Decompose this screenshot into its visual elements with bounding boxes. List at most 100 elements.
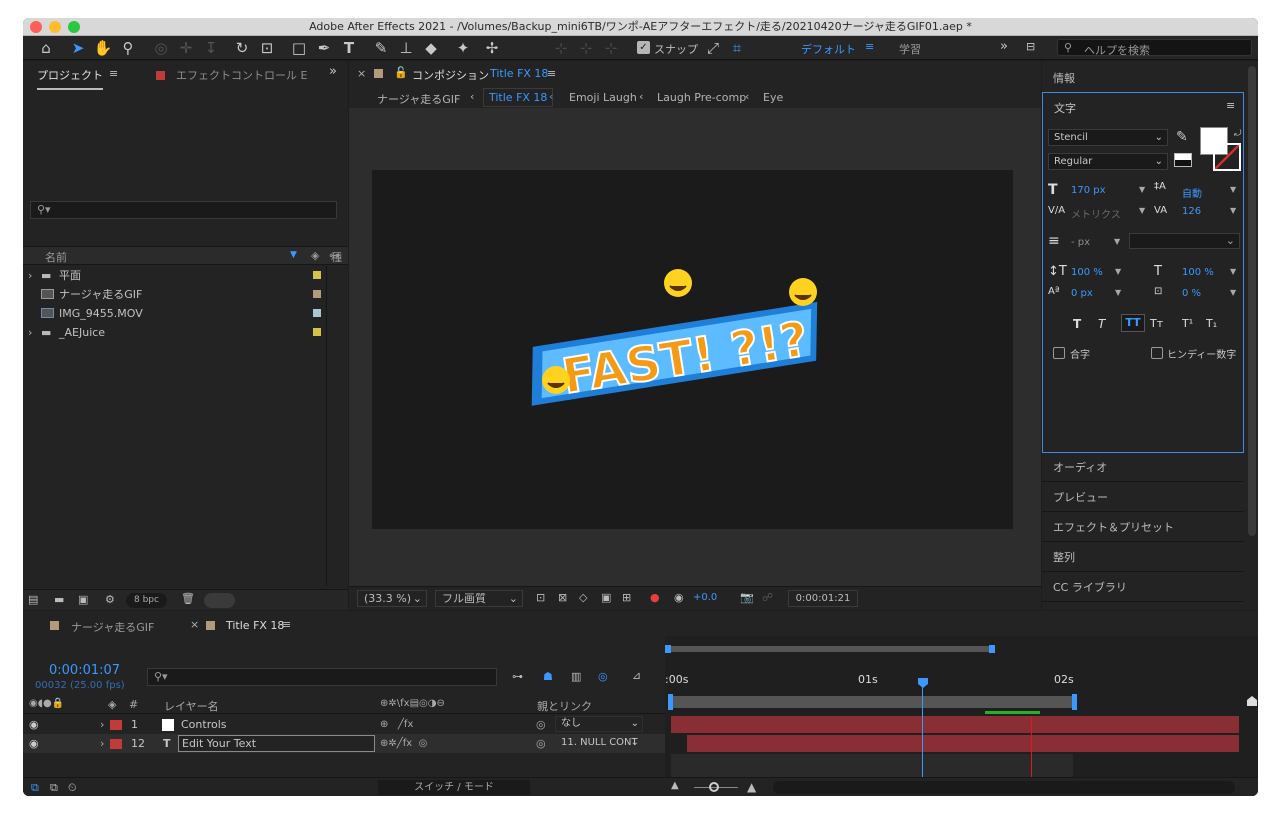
effects-presets-panel-tab[interactable]: エフェクト＆プリセット: [1042, 514, 1244, 542]
trash-icon[interactable]: 🗑: [181, 592, 195, 605]
chevron-down-icon[interactable]: ▼: [1230, 185, 1236, 194]
selection-tool-icon[interactable]: ➤: [68, 38, 88, 58]
breadcrumb-item[interactable]: ナージャ走るGIF: [377, 91, 460, 107]
effect-controls-tab[interactable]: エフェクトコントロール E: [176, 67, 307, 83]
eyedropper-icon[interactable]: ✎: [1176, 129, 1188, 145]
playhead-handle[interactable]: [918, 678, 928, 688]
label-swatch[interactable]: [313, 328, 321, 336]
transparency-grid-icon[interactable]: ⊠: [558, 591, 567, 604]
chevron-down-icon[interactable]: ▼: [1230, 288, 1236, 297]
comp-tab-menu-icon[interactable]: ≡: [547, 67, 556, 80]
audio-panel-tab[interactable]: オーディオ: [1042, 454, 1244, 482]
font-style-dropdown[interactable]: Regular ⌄: [1048, 153, 1168, 170]
interpret-footage-icon[interactable]: ▤: [28, 593, 38, 606]
snap-checkbox[interactable]: ✓: [637, 41, 650, 54]
parent-column-header[interactable]: 親とリンク: [537, 698, 592, 714]
axis-world-icon[interactable]: ⊹: [576, 38, 596, 58]
time-navigator[interactable]: [667, 646, 993, 652]
libraries-panel-tab[interactable]: CC ライブラリ: [1042, 574, 1244, 602]
new-folder-icon[interactable]: ▬: [54, 593, 64, 606]
project-item[interactable]: › ▬ _AEJuice: [23, 323, 327, 342]
chevron-down-icon[interactable]: ▼: [1139, 206, 1145, 215]
small-caps-icon[interactable]: Tт: [1150, 317, 1163, 330]
flowchart-icon[interactable]: ⊶: [329, 249, 340, 262]
puppet-pin-icon[interactable]: ✢: [482, 38, 502, 58]
exposure-value[interactable]: +0.0: [693, 592, 717, 603]
swap-colors-icon[interactable]: ⤾: [1234, 129, 1242, 139]
timeline-scrollbar[interactable]: [773, 781, 1235, 794]
zoom-out-icon[interactable]: ▲: [671, 780, 679, 791]
subscript-icon[interactable]: T₁: [1206, 317, 1217, 330]
ligature-checkbox[interactable]: [1053, 347, 1065, 359]
chevron-down-icon[interactable]: ▼: [1230, 206, 1236, 215]
breadcrumb-item[interactable]: Emoji Laugh: [569, 91, 637, 104]
shy-layers-icon[interactable]: ☗: [543, 670, 553, 683]
layer-panels-icon[interactable]: ⧉: [31, 781, 39, 795]
zoom-window-button[interactable]: [68, 21, 80, 33]
fast-preview-icon[interactable]: ⊡: [536, 591, 545, 604]
type-tool-icon[interactable]: T: [339, 38, 359, 58]
frame-blending-icon[interactable]: ▥: [571, 670, 581, 683]
region-of-interest-icon[interactable]: ▣: [601, 591, 611, 604]
superscript-icon[interactable]: T¹: [1182, 317, 1193, 330]
chevron-down-icon[interactable]: ▼: [1115, 288, 1121, 297]
axis-view-icon[interactable]: ⊹: [601, 38, 621, 58]
rotate-tool-icon[interactable]: ↻: [232, 38, 252, 58]
switch-mode-toggle[interactable]: スイッチ / モード: [378, 780, 530, 795]
close-window-button[interactable]: [30, 21, 42, 33]
chevron-down-icon[interactable]: ▼: [1115, 267, 1121, 276]
faux-italic-icon[interactable]: T: [1098, 317, 1105, 331]
adjust-settings-icon[interactable]: ⚙: [105, 593, 115, 606]
work-area-end[interactable]: [1072, 694, 1077, 710]
dolly-camera-icon[interactable]: ↧: [201, 38, 221, 58]
navigator-end-handle[interactable]: [989, 645, 995, 653]
sync-settings-icon[interactable]: ⊟: [1026, 40, 1035, 53]
render-time-icon[interactable]: ⏲: [68, 781, 77, 795]
panel-overflow-icon[interactable]: »: [329, 64, 337, 79]
channel-icon[interactable]: ●: [650, 591, 660, 604]
timeline-tab-1[interactable]: ナージャ走るGIF: [71, 619, 154, 635]
leading-value[interactable]: 自動: [1182, 185, 1202, 200]
timeline-graph[interactable]: :00s 01s 02s ▲ ▲: [665, 636, 1258, 796]
eye-icon[interactable]: ◉: [29, 715, 39, 734]
anchor-tool-icon[interactable]: ⊡: [257, 38, 277, 58]
comp-viewer[interactable]: FAST! ?!?: [349, 108, 1041, 586]
hindi-digits-checkbox[interactable]: [1151, 347, 1163, 359]
new-composition-icon[interactable]: ▣: [78, 593, 88, 606]
preview-slider[interactable]: [204, 593, 235, 608]
project-item[interactable]: IMG_9455.MOV: [23, 304, 327, 323]
project-tab-menu-icon[interactable]: ≡: [109, 67, 118, 80]
expand-chevron-icon[interactable]: ›: [28, 266, 32, 285]
minimize-window-button[interactable]: [49, 21, 61, 33]
zoom-dropdown[interactable]: (33.3 %) ⌄: [357, 590, 427, 607]
quality-dropdown[interactable]: フル画質 ⌄: [435, 590, 523, 607]
motion-blur-icon[interactable]: ◎: [598, 670, 608, 683]
work-area-start[interactable]: [668, 694, 673, 710]
layer-switches[interactable]: ⊕✲╱fx ◎: [380, 734, 427, 753]
stroke-color-swatch[interactable]: [1213, 143, 1241, 171]
info-panel-tab[interactable]: 情報: [1053, 70, 1075, 86]
lock-icon[interactable]: 🔓: [394, 66, 408, 79]
timeline-tab-2[interactable]: Title FX 18: [226, 619, 284, 632]
layer-switches[interactable]: ⊕ ╱fx: [380, 715, 413, 734]
vertical-scale-value[interactable]: 100 %: [1071, 267, 1103, 278]
axis-local-icon[interactable]: ⊹: [551, 38, 571, 58]
home-icon[interactable]: ⌂: [36, 38, 56, 58]
comp-flowchart-icon[interactable]: ⊶: [512, 670, 523, 683]
baseline-shift-value[interactable]: 0 px: [1071, 288, 1093, 299]
rectangle-tool-icon[interactable]: □: [289, 38, 309, 58]
comp-tab-name[interactable]: Title FX 18: [490, 67, 548, 80]
align-panel-tab[interactable]: 整列: [1042, 544, 1244, 572]
mask-path-icon[interactable]: ◇: [579, 591, 587, 604]
close-tab-icon[interactable]: ×: [357, 67, 366, 80]
name-column-header[interactable]: 名前: [45, 249, 67, 265]
layer-name[interactable]: Controls: [181, 715, 227, 734]
timeline-current-time[interactable]: 0:00:01:07: [49, 663, 120, 678]
timeline-search-input[interactable]: ⚲▾: [147, 668, 497, 686]
snap-edge-icon[interactable]: ⤢: [703, 38, 723, 58]
pickwhip-icon[interactable]: ◎: [536, 734, 546, 753]
chevron-down-icon[interactable]: ▼: [1230, 267, 1236, 276]
show-snapshot-icon[interactable]: ☍: [762, 591, 773, 604]
roto-brush-icon[interactable]: ✦: [453, 38, 473, 58]
zoom-slider-thumb[interactable]: [709, 782, 719, 792]
